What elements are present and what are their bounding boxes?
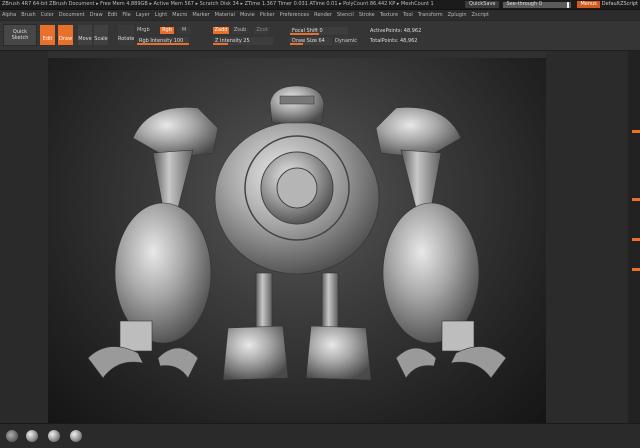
zadd-button[interactable]: Zadd bbox=[213, 27, 229, 34]
menus-button[interactable]: Menus bbox=[577, 1, 600, 8]
right-tray-marker[interactable] bbox=[632, 198, 640, 201]
right-tray-marker[interactable] bbox=[632, 130, 640, 133]
menu-light[interactable]: Light bbox=[155, 12, 167, 19]
menu-macro[interactable]: Macro bbox=[172, 12, 187, 19]
app-title: ZBrush 4R7 64-bit ZBrush Document ▸ Free… bbox=[2, 1, 434, 7]
total-points-readout: TotalPoints: 48,962 bbox=[370, 38, 418, 44]
title-bar: ZBrush 4R7 64-bit ZBrush Document ▸ Free… bbox=[0, 0, 640, 10]
menu-bar: Alpha Brush Color Document Draw Edit Fil… bbox=[0, 10, 640, 20]
menu-preferences[interactable]: Preferences bbox=[280, 12, 309, 19]
menu-texture[interactable]: Texture bbox=[380, 12, 398, 19]
dynamic-button[interactable]: Dynamic bbox=[334, 37, 358, 45]
scale-button[interactable]: Scale bbox=[94, 25, 108, 45]
material-swatch[interactable] bbox=[26, 430, 38, 442]
menu-file[interactable]: File bbox=[122, 12, 130, 19]
document-canvas[interactable] bbox=[48, 58, 546, 423]
rgb-intensity-fill bbox=[137, 43, 189, 45]
menu-color[interactable]: Color bbox=[41, 12, 54, 19]
canvas-header bbox=[48, 51, 546, 58]
material-swatch[interactable] bbox=[70, 430, 82, 442]
menu-draw[interactable]: Draw bbox=[90, 12, 103, 19]
bottom-material-tray bbox=[0, 423, 640, 448]
menu-layer[interactable]: Layer bbox=[136, 12, 150, 19]
material-swatch[interactable] bbox=[6, 430, 18, 442]
menu-brush[interactable]: Brush bbox=[21, 12, 35, 19]
menu-stencil[interactable]: Stencil bbox=[337, 12, 354, 19]
quicksave-button[interactable]: QuickSave bbox=[465, 1, 500, 8]
menu-zplugin[interactable]: Zplugin bbox=[448, 12, 467, 19]
left-tray bbox=[0, 51, 48, 423]
right-tray-marker[interactable] bbox=[632, 238, 640, 241]
rgb-button[interactable]: Rgb bbox=[160, 27, 174, 34]
see-through-label: See-through 0 bbox=[506, 0, 542, 7]
z-intensity-fill bbox=[213, 43, 228, 45]
rgb-intensity-slider[interactable]: Rgb Intensity 100 bbox=[137, 37, 189, 45]
m-button[interactable]: M bbox=[177, 27, 191, 34]
robot-model-viewport bbox=[87, 85, 507, 381]
move-button[interactable]: Move bbox=[78, 25, 92, 45]
mrgb-button[interactable]: Mrgb bbox=[137, 27, 159, 33]
zcut-button[interactable]: Zcut bbox=[254, 27, 270, 34]
robot-sculpt bbox=[87, 85, 507, 381]
active-points-readout: ActivePoints: 48,962 bbox=[370, 28, 422, 34]
menu-transform[interactable]: Transform bbox=[418, 12, 443, 19]
menu-movie[interactable]: Movie bbox=[240, 12, 255, 19]
menu-material[interactable]: Material bbox=[215, 12, 235, 19]
menu-picker[interactable]: Picker bbox=[260, 12, 275, 19]
menu-stroke[interactable]: Stroke bbox=[359, 12, 375, 19]
right-tray bbox=[546, 51, 640, 423]
quick-sketch-button[interactable]: Quick Sketch bbox=[3, 24, 37, 46]
z-intensity-slider[interactable]: Z Intensity 25 bbox=[213, 37, 273, 45]
right-tray-marker[interactable] bbox=[632, 268, 640, 271]
right-icon-strip bbox=[628, 51, 640, 423]
menu-zscript[interactable]: Zscript bbox=[472, 12, 489, 19]
zsub-button[interactable]: Zsub bbox=[232, 27, 248, 34]
focal-shift-slider[interactable]: Focal Shift 0 bbox=[290, 27, 348, 35]
menu-render[interactable]: Render bbox=[314, 12, 332, 19]
menu-marker[interactable]: Marker bbox=[192, 12, 209, 19]
menu-tool[interactable]: Tool bbox=[403, 12, 413, 19]
edit-button[interactable]: Edit bbox=[40, 25, 55, 45]
draw-button[interactable]: Draw bbox=[58, 25, 73, 45]
focal-shift-fill bbox=[290, 33, 319, 35]
default-zscript-button[interactable]: DefaultZScript bbox=[602, 1, 640, 8]
menu-alpha[interactable]: Alpha bbox=[2, 12, 16, 19]
draw-size-slider[interactable]: Draw Size 64 bbox=[290, 37, 332, 45]
menu-edit[interactable]: Edit bbox=[108, 12, 118, 19]
see-through-slider[interactable]: See-through 0 bbox=[503, 0, 572, 8]
rotate-button[interactable]: Rotate bbox=[118, 25, 134, 45]
draw-size-fill bbox=[290, 43, 303, 45]
menu-document[interactable]: Document bbox=[59, 12, 85, 19]
top-shelf: Quick Sketch Edit Draw Move Scale Rotate… bbox=[0, 21, 640, 51]
material-swatch[interactable] bbox=[48, 430, 60, 442]
